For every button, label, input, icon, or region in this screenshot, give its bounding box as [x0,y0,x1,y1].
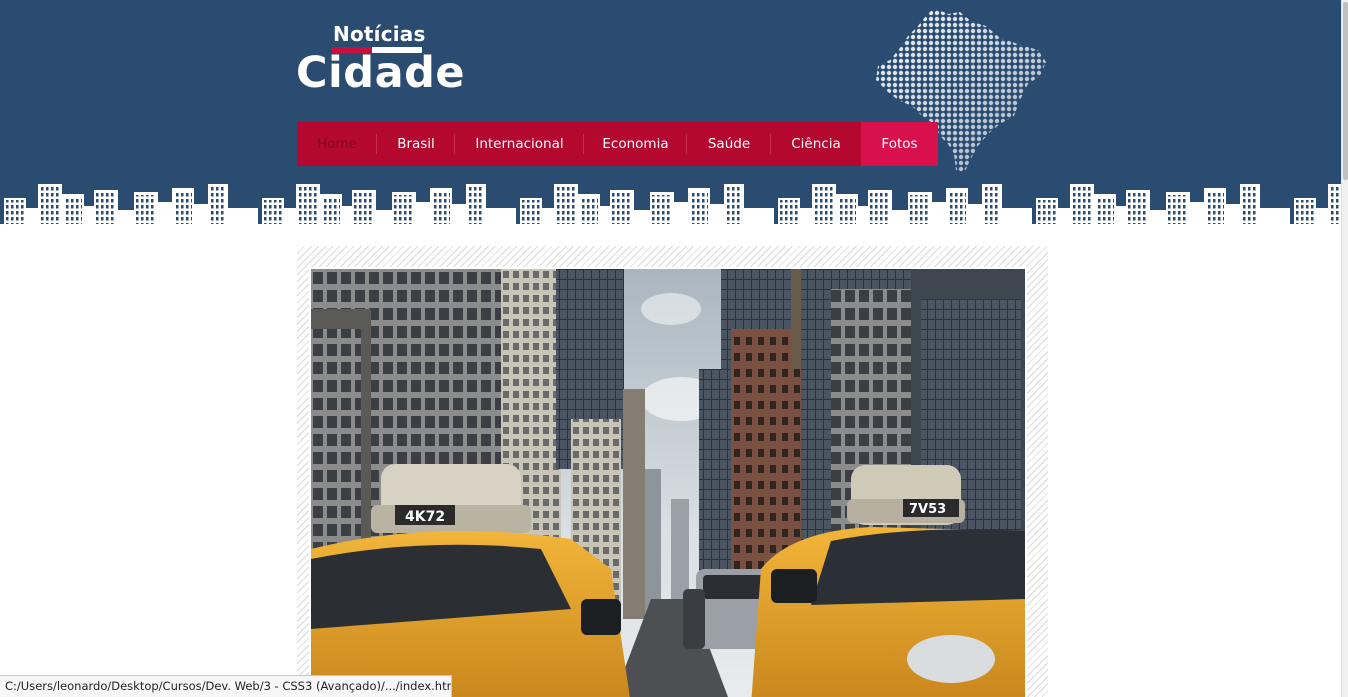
street-scene-image: 4K72 7V53 [311,269,1025,697]
nav-item-brasil[interactable]: Brasil [377,122,455,166]
nav-item-fotos[interactable]: Fotos [861,122,938,166]
site-logo[interactable]: Notícias Cidade [296,22,466,102]
taxi-right-plate: 7V53 [909,502,946,517]
taxi-left-plate: 4K72 [405,509,445,525]
nav-item-label: Brasil [397,136,435,152]
city-skyline-icon [0,184,1341,232]
nav-item-internacional[interactable]: Internacional [455,122,584,166]
featured-photo-frame: 4K72 7V53 [297,246,1048,697]
nav-item-label: Fotos [881,136,918,152]
featured-photo-border: 4K72 7V53 [309,267,1027,697]
scrollbar-thumb[interactable] [1343,2,1348,180]
site-header: Notícias Cidade Home Brasil Internaciona… [0,0,1341,232]
nav-item-label: Internacional [475,136,564,152]
status-url: C:/Users/leonardo/Desktop/Cursos/Dev. We… [5,679,452,693]
vertical-scrollbar[interactable] [1341,0,1348,697]
nav-item-economia[interactable]: Economia [584,122,687,166]
browser-status-bar: C:/Users/leonardo/Desktop/Cursos/Dev. We… [0,675,452,697]
nav-item-saude[interactable]: Saúde [687,122,771,166]
nav-item-label: Ciência [791,136,841,152]
nav-item-label: Saúde [707,136,751,152]
nav-item-label: Economia [602,136,669,152]
nav-item-label: Home [317,136,357,152]
page: Notícias Cidade Home Brasil Internaciona… [0,0,1348,697]
logo-main-text: Cidade [296,48,466,98]
logo-top-text: Notícias [333,22,426,46]
main-nav: Home Brasil Internacional Economia Saúde… [297,122,938,166]
featured-photo[interactable]: 4K72 7V53 [311,269,1025,697]
nav-item-ciencia[interactable]: Ciência [771,122,861,166]
nav-item-home[interactable]: Home [297,122,377,166]
